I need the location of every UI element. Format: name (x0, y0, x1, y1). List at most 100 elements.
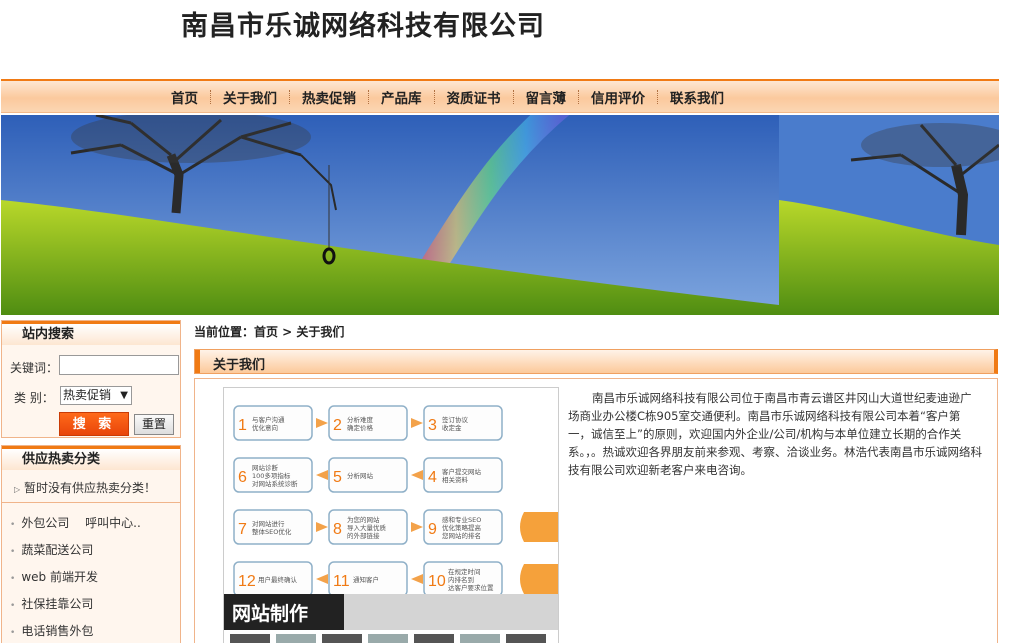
banner-landscape (1, 115, 999, 315)
nav-item-label: 联系我们 (670, 91, 724, 107)
reset-button[interactable]: 重置 (134, 414, 174, 435)
flow-step: 3 签订协议收定金 (423, 405, 503, 441)
flow-step-text: 您网站的排名 (442, 531, 481, 540)
flow-step: 10在规定时间内排名到达客户要求位置 (423, 561, 503, 597)
nav-item-7[interactable]: 联系我们 (645, 81, 724, 113)
flow-step-text: 感和专业SEO (442, 515, 481, 524)
nav-separator (657, 90, 658, 104)
nav-item-1[interactable]: 关于我们 (198, 81, 277, 113)
flow-step: 1 与客户沟通优化意向 (233, 405, 328, 441)
category-panel-title: 供应热卖分类 (2, 446, 180, 470)
search-panel-title: 站内搜索 (2, 321, 180, 345)
flow-step: 5 分析网站 (328, 457, 423, 493)
about-image: 1 与客户沟通 优化意向 2 分析难度 确定价格 3 签订协议 收定金 6 网站诊断 100多项指标对… (223, 387, 559, 643)
category-select[interactable]: 热卖促销 ▼ (60, 386, 132, 405)
nav-item-5[interactable]: 留言薄 (501, 81, 567, 113)
flow-step-number: 6 (238, 469, 247, 486)
arrow-icon (316, 522, 328, 532)
nav-separator (433, 90, 435, 104)
category-label: 类 别： (14, 391, 54, 405)
image-caption: 网站制作 (232, 602, 308, 625)
category-link[interactable]: web 前端开发 (10, 564, 141, 591)
nav-item-0[interactable]: 首页 (171, 81, 198, 113)
search-button[interactable]: 搜 索 (59, 412, 129, 436)
thumbnail[interactable] (460, 634, 500, 643)
flow-step-number: 12 (238, 573, 256, 590)
about-content: 1 与客户沟通 优化意向 2 分析难度 确定价格 3 签订协议 收定金 6 网站诊断 100多项指标对… (194, 378, 998, 643)
nav-item-label: 资质证书 (446, 91, 501, 107)
flow-step-text: 分析网站 (347, 471, 374, 480)
category-link[interactable]: 外包公司 呼叫中心.. (10, 510, 140, 537)
arrow-icon (411, 418, 423, 428)
flow-step: 11 通知客户 (328, 561, 423, 597)
arrow-icon (411, 470, 423, 480)
flow-step-number: 11 (333, 573, 350, 590)
nav-item-label: 信用评价 (591, 91, 645, 107)
flow-step: 6 网站诊断100多项指标对网站系统诊断 (233, 457, 328, 493)
flow-step: 2 分析难度确定价格 (328, 405, 423, 441)
page: 南昌市乐诚网络科技有限公司 首页 关于我们 热卖促销 产品库 资质证书 留言薄 信用评价 联系… (0, 0, 1010, 643)
nav-item-label: 留言薄 (525, 91, 567, 107)
category-link[interactable]: 蔬菜配送公司 (10, 537, 141, 564)
arrow-icon (411, 522, 423, 532)
section-header-bar (195, 350, 200, 373)
category-select-value: 热卖促销 (63, 388, 112, 402)
flow-step-text: 网站诊断 (252, 463, 279, 472)
flow-badge (520, 512, 558, 542)
flow-step-number: 2 (333, 417, 342, 434)
nav-separator (578, 90, 579, 104)
arrow-icon (316, 470, 328, 480)
nav-item-6[interactable]: 信用评价 (566, 81, 645, 113)
flow-step-text: 达客户要求位置 (448, 583, 494, 592)
flow-step-number: 5 (333, 469, 342, 486)
hot-category-panel: 供应热卖分类 ▷ 暂时没有供应热卖分类！ 外包公司 呼叫中心..蔬菜配送公司we… (1, 445, 181, 643)
flow-step-number: 7 (238, 521, 247, 538)
about-text: 南昌市乐诚网络科技有限公司位于南昌市青云谱区井冈山大道世纪麦迪逊广场商业办公楼C… (568, 391, 982, 477)
main-nav: 首页 关于我们 热卖促销 产品库 资质证书 留言薄 信用评价 联系我们 (1, 79, 999, 113)
category-link[interactable]: 社保挂靠公司 (10, 591, 141, 618)
keyword-input[interactable] (59, 355, 179, 375)
thumbnail[interactable] (322, 634, 362, 643)
flow-step-text: 收定金 (442, 423, 462, 432)
flow-step-text: 导入大量优质 (347, 523, 387, 532)
nav-separator (210, 90, 211, 104)
category-link[interactable]: 电话销售外包 (10, 618, 141, 643)
flow-step-number: 9 (428, 521, 437, 538)
flow-step-number: 1 (238, 417, 247, 434)
flow-step-number: 4 (428, 469, 437, 486)
flow-step-text: 在规定时间 (448, 567, 481, 576)
section-title: 关于我们 (213, 358, 266, 373)
nav-item-3[interactable]: 产品库 (356, 81, 422, 113)
nav-item-4[interactable]: 资质证书 (422, 81, 501, 113)
section-header: 关于我们 (194, 349, 998, 374)
flow-step-text: 相关资料 (442, 475, 469, 484)
flow-step: 8 为您的网站导入大量优质的外部链接 (328, 509, 423, 545)
nav-separator (289, 90, 290, 104)
flow-step-text: 确定价格 (347, 423, 374, 432)
flow-badge (520, 564, 558, 594)
nav-item-label: 产品库 (381, 91, 422, 107)
thumbnail[interactable] (230, 634, 270, 643)
flow-step: 12 用户最终确认 (233, 561, 328, 597)
arrow-icon (316, 418, 328, 428)
site-search-panel: 站内搜索 关键词： 类 别： 热卖促销 ▼ 搜 索 重置 (1, 320, 181, 438)
flow-step-number: 8 (333, 521, 342, 538)
flow-step-number: 10 (428, 573, 446, 590)
thumbnail[interactable] (414, 634, 454, 643)
company-title: 南昌市乐诚网络科技有限公司 (181, 11, 545, 42)
flow-step-text: 对网站系统诊断 (252, 479, 298, 488)
chevron-down-icon: ▼ (120, 390, 128, 401)
flow-step-text: 为您的网站 (347, 515, 380, 524)
thumbnail[interactable] (506, 634, 546, 643)
category-empty-message: ▷ 暂时没有供应热卖分类！ (14, 479, 156, 496)
flow-step-text: 优化策略提高 (442, 523, 482, 532)
nav-item-label: 热卖促销 (302, 91, 356, 107)
flow-step-text: 分析难度 (347, 415, 374, 424)
thumbnail[interactable] (276, 634, 316, 643)
category-empty-text: 暂时没有供应热卖分类！ (23, 481, 156, 495)
thumbnail[interactable] (368, 634, 408, 643)
arrow-icon (316, 574, 328, 584)
nav-item-2[interactable]: 热卖促销 (277, 81, 356, 113)
category-link-list: 外包公司 呼叫中心..蔬菜配送公司web 前端开发社保挂靠公司电话销售外包 (10, 510, 141, 643)
flow-step-text: 签订协议 (442, 415, 469, 424)
